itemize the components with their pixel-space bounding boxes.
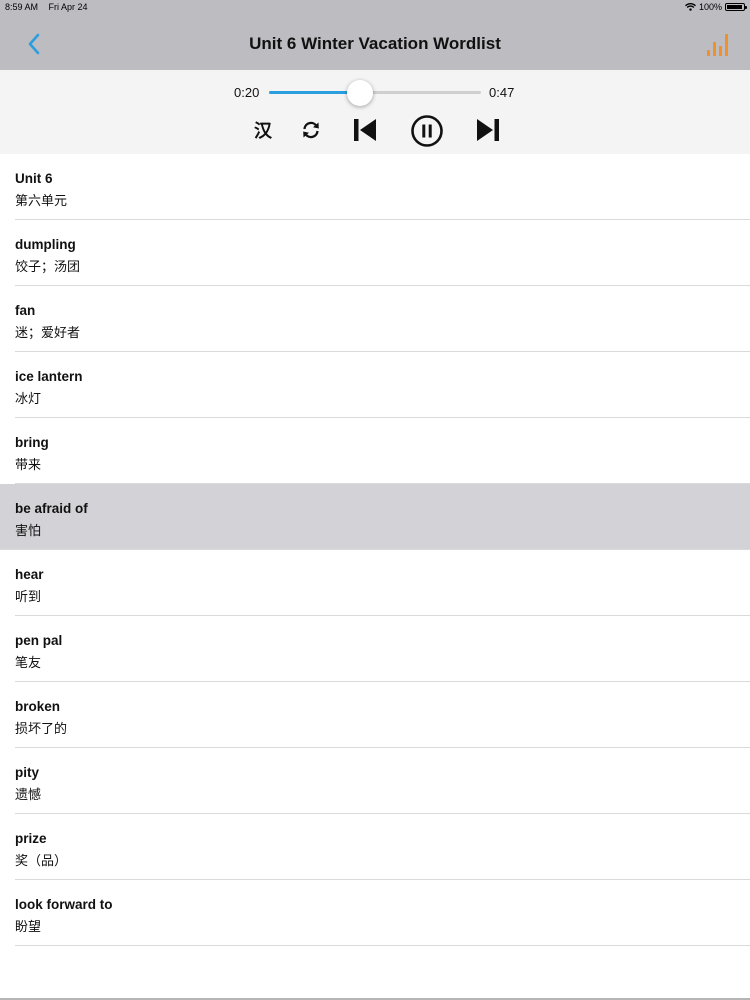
word-english: pity <box>15 765 40 780</box>
word-english: broken <box>15 699 61 714</box>
word-english: be afraid of <box>15 501 88 516</box>
skip-next-icon <box>477 119 499 141</box>
word-english: dumpling <box>15 237 76 252</box>
word-english: pen pal <box>15 633 63 648</box>
word-chinese: 损坏了的 <box>15 722 68 737</box>
word-row[interactable]: be afraid of 害怕 <box>0 484 750 550</box>
chinese-toggle-button[interactable]: 汉 <box>250 116 276 144</box>
word-row[interactable]: bring 带来 <box>0 418 750 484</box>
word-row[interactable]: prize 奖（品） <box>0 814 750 880</box>
word-english: look forward to <box>15 897 113 912</box>
status-time: 8:59 AM <box>5 2 39 12</box>
word-chinese: 迷；爱好者 <box>15 326 81 341</box>
stats-button[interactable] <box>706 30 732 58</box>
bar-chart-icon <box>707 34 728 56</box>
progress-slider[interactable] <box>269 91 481 94</box>
repeat-button[interactable] <box>298 116 324 144</box>
previous-button[interactable] <box>351 116 379 144</box>
word-chinese: 饺子；汤团 <box>15 260 81 275</box>
word-row[interactable]: hear 听到 <box>0 550 750 616</box>
word-row[interactable]: pity 遗憾 <box>0 748 750 814</box>
word-chinese: 第六单元 <box>15 194 68 209</box>
next-button[interactable] <box>474 116 502 144</box>
word-chinese: 笔友 <box>15 656 42 671</box>
word-row[interactable]: pen pal 笔友 <box>0 616 750 682</box>
wifi-icon <box>685 3 696 11</box>
audio-player: 0:20 0:47 汉 <box>0 70 750 154</box>
repeat-icon <box>303 121 319 139</box>
word-row[interactable]: Unit 6 第六单元 <box>0 154 750 220</box>
battery-percent: 100% <box>698 2 722 12</box>
word-english: bring <box>15 435 49 450</box>
word-chinese: 冰灯 <box>15 392 42 407</box>
pause-icon <box>411 115 443 147</box>
word-row[interactable]: broken 损坏了的 <box>0 682 750 748</box>
status-date: Fri Apr 24 <box>48 2 88 12</box>
battery-level <box>727 5 742 9</box>
navigation-bar: 8:59 AM Fri Apr 24 100% Unit 6 Winter Va… <box>0 0 750 70</box>
word-english: prize <box>15 831 47 846</box>
progress-thumb[interactable] <box>347 80 374 106</box>
word-row[interactable]: fan 迷；爱好者 <box>0 286 750 352</box>
page-title: Unit 6 Winter Vacation Wordlist <box>249 34 501 53</box>
word-chinese: 盼望 <box>15 920 42 935</box>
word-row[interactable]: dumpling 饺子；汤团 <box>0 220 750 286</box>
word-chinese: 奖（品） <box>15 854 68 869</box>
word-english: hear <box>15 567 44 582</box>
pause-button[interactable] <box>409 113 445 149</box>
word-row[interactable]: ice lantern 冰灯 <box>0 352 750 418</box>
status-bar: 8:59 AM Fri Apr 24 100% <box>0 0 750 14</box>
duration-time: 0:47 <box>489 85 515 100</box>
battery-icon <box>725 3 747 11</box>
word-english: ice lantern <box>15 369 83 384</box>
word-chinese: 遗憾 <box>15 788 42 803</box>
word-english: fan <box>15 303 36 318</box>
word-row[interactable]: look forward to 盼望 <box>0 880 750 946</box>
skip-previous-icon <box>354 119 376 141</box>
word-chinese: 害怕 <box>15 524 42 539</box>
word-chinese: 带来 <box>15 458 42 473</box>
word-chinese: 听到 <box>15 590 42 605</box>
word-english: Unit 6 <box>15 171 53 186</box>
word-list: Unit 6 第六单元 dumpling 饺子；汤团 fan 迷；爱好者 ice lante… <box>0 154 750 946</box>
current-time: 0:20 <box>234 85 260 100</box>
